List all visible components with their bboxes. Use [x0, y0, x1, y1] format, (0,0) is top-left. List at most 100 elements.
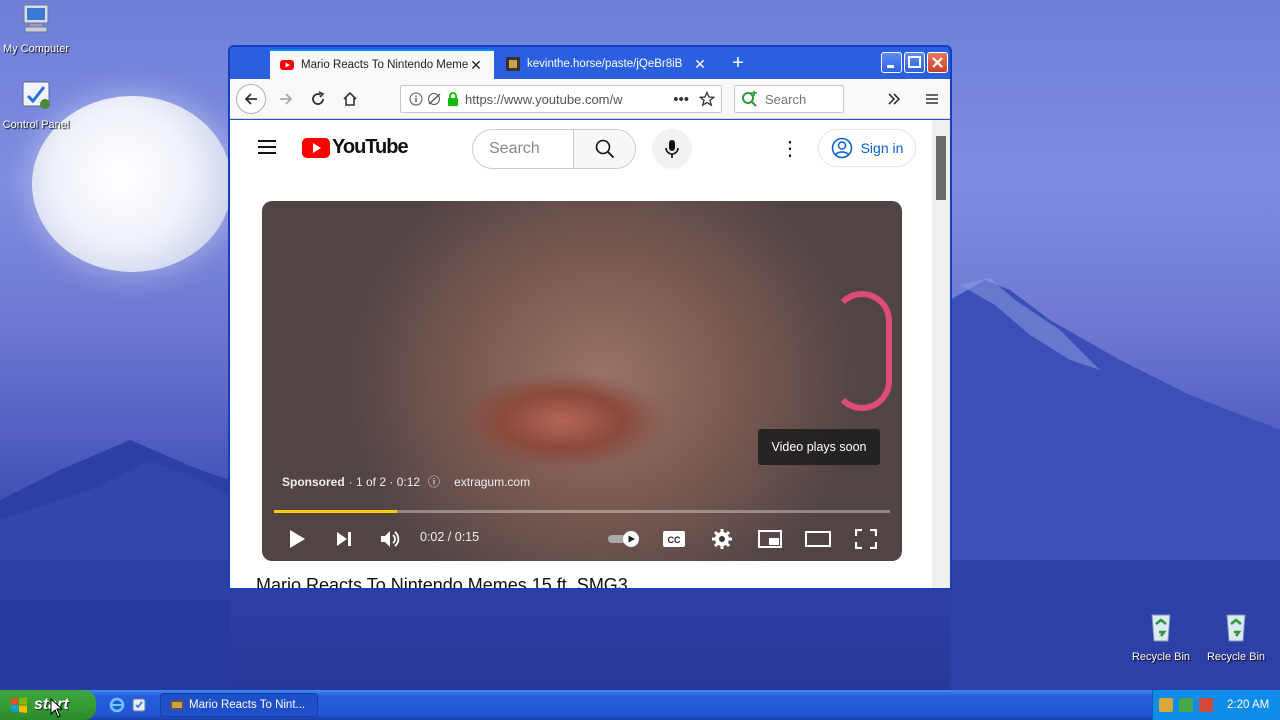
- navigation-toolbar: https://www.youtube.com/w ••• Search: [230, 79, 950, 119]
- url-text: https://www.youtube.com/w: [465, 91, 623, 107]
- tab-title: kevinthe.horse/paste/jQeBr8iB: [527, 58, 683, 70]
- play-button[interactable]: [282, 524, 312, 554]
- search-icon: [595, 139, 614, 159]
- computer-icon: [23, 4, 49, 33]
- guide-menu-button[interactable]: [258, 140, 276, 154]
- more-options-icon[interactable]: ⋮: [778, 138, 802, 162]
- video-player[interactable]: Video plays soon Sponsored · 1 of 2 · 0:…: [262, 201, 902, 561]
- subtitles-button[interactable]: CC: [659, 524, 689, 554]
- ad-domain-link[interactable]: extragum.com: [454, 475, 530, 489]
- autoplay-toggle[interactable]: [606, 524, 644, 554]
- page-content: YouTube Search ⋮ Sign in Video plays soo…: [230, 120, 950, 590]
- settings-button[interactable]: [707, 524, 737, 554]
- mouse-cursor-icon: [50, 698, 64, 718]
- video-progress-bar[interactable]: [274, 510, 890, 513]
- search-placeholder: Search: [765, 91, 807, 107]
- reload-button[interactable]: [304, 85, 332, 113]
- autoplay-toggle-icon: [608, 531, 639, 547]
- gear-icon: [712, 529, 732, 549]
- ad-position: · 1 of 2 · 0:12: [348, 474, 421, 489]
- clock: 2:20 AM: [1227, 699, 1270, 711]
- overflow-chevron-button[interactable]: [880, 85, 908, 113]
- desktop-icon-label: My Computer: [2, 43, 70, 55]
- back-button[interactable]: [236, 84, 266, 114]
- close-tab-icon[interactable]: ✕: [468, 57, 484, 74]
- youtube-logo[interactable]: YouTube: [302, 136, 409, 159]
- player-controls: 0:02 / 0:15 CC: [262, 519, 902, 559]
- theater-mode-button[interactable]: [803, 524, 833, 554]
- safely-remove-tray-icon[interactable]: [1179, 698, 1193, 712]
- mute-button[interactable]: [376, 524, 406, 554]
- windows-flag-icon: [11, 697, 27, 713]
- forward-button[interactable]: [272, 85, 300, 113]
- minimize-icon: [887, 65, 894, 68]
- desktop-icon-control-panel[interactable]: Control Panel: [0, 78, 76, 131]
- tab-bar: Mario Reacts To Nintendo Memes ✕ kevinth…: [230, 47, 950, 79]
- desktop-icon-my-computer[interactable]: My Computer: [0, 2, 76, 55]
- minimize-button[interactable]: [881, 52, 902, 73]
- hamburger-menu-button[interactable]: [918, 85, 946, 113]
- account-icon: [831, 137, 852, 159]
- new-tab-button[interactable]: +: [726, 51, 750, 75]
- reload-icon: [312, 91, 325, 105]
- close-window-button[interactable]: [927, 52, 948, 73]
- horse-favicon-icon: [506, 57, 520, 71]
- video-plays-soon-tooltip: Video plays soon: [758, 429, 880, 465]
- sign-in-button[interactable]: Sign in: [818, 129, 916, 167]
- voice-search-button[interactable]: [652, 129, 692, 169]
- close-tab-icon[interactable]: ✕: [692, 56, 708, 73]
- security-shield-tray-icon[interactable]: [1199, 698, 1213, 712]
- youtube-search-input[interactable]: Search: [472, 129, 636, 169]
- miniplayer-icon: [758, 530, 782, 548]
- home-button[interactable]: [336, 85, 364, 113]
- arrow-right-icon: [280, 93, 293, 105]
- video-progress-fill: [274, 510, 398, 513]
- desktop-icon-label: Control Panel: [2, 119, 70, 131]
- page-actions-icon[interactable]: •••: [673, 91, 689, 108]
- fullscreen-button[interactable]: [851, 524, 881, 554]
- internet-explorer-icon[interactable]: [109, 697, 125, 713]
- address-bar[interactable]: https://www.youtube.com/w •••: [400, 85, 722, 113]
- ad-info-icon[interactable]: ⓘ: [428, 473, 440, 490]
- taskbar-window-label: Mario Reacts To Nint...: [189, 699, 306, 711]
- youtube-search-placeholder: Search: [489, 140, 540, 157]
- next-button[interactable]: [329, 524, 359, 554]
- info-icon: [409, 92, 423, 106]
- network-tray-icon[interactable]: [1159, 698, 1173, 712]
- video-frame-neon: [832, 291, 892, 411]
- youtube-logo-text: YouTube: [332, 136, 409, 158]
- control-panel-icon: [22, 81, 50, 109]
- browser-search-field[interactable]: Search: [734, 85, 844, 113]
- desktop-icon-recycle-bin-2[interactable]: Recycle Bin: [1196, 610, 1276, 663]
- autoplay-blocked-icon: [428, 93, 441, 105]
- youtube-search-button[interactable]: [573, 130, 635, 168]
- desktop-icon-label: Recycle Bin: [1206, 651, 1266, 663]
- video-title: Mario Reacts To Nintendo Memes 15 ft. SM…: [256, 575, 628, 590]
- tab-youtube[interactable]: Mario Reacts To Nintendo Memes ✕: [270, 49, 494, 79]
- taskbar: start Mario Reacts To Nint... 2:20 AM: [0, 690, 1280, 720]
- theater-mode-icon: [805, 531, 831, 547]
- tab-title: Mario Reacts To Nintendo Memes: [301, 59, 468, 71]
- lock-icon: [448, 92, 458, 106]
- system-tray: 2:20 AM: [1152, 690, 1280, 720]
- miniplayer-button[interactable]: [755, 524, 785, 554]
- desktop-icon-recycle-bin[interactable]: Recycle Bin: [1121, 610, 1201, 663]
- fullscreen-icon: [855, 529, 877, 549]
- browser-window: Mario Reacts To Nintendo Memes ✕ kevinth…: [228, 45, 952, 590]
- maximize-icon: [908, 56, 921, 68]
- recycle-bin-icon: [1226, 614, 1246, 642]
- ad-info: Sponsored · 1 of 2 · 0:12 ⓘ extragum.com: [282, 473, 530, 490]
- skip-next-icon: [337, 532, 351, 546]
- scrollbar-thumb[interactable]: [936, 136, 946, 200]
- youtube-favicon-icon: [280, 60, 294, 70]
- maximize-button[interactable]: [904, 52, 925, 73]
- bookmark-star-icon[interactable]: [699, 91, 715, 107]
- start-button[interactable]: start: [0, 690, 96, 720]
- double-chevron-right-icon: [888, 93, 901, 105]
- show-desktop-icon[interactable]: [131, 697, 147, 713]
- page-scrollbar[interactable]: [932, 120, 950, 588]
- taskbar-window-button[interactable]: Mario Reacts To Nint...: [160, 693, 318, 717]
- tab-paste[interactable]: kevinthe.horse/paste/jQeBr8iB ✕: [496, 49, 718, 79]
- youtube-play-icon: [302, 137, 330, 158]
- volume-icon: [381, 531, 400, 547]
